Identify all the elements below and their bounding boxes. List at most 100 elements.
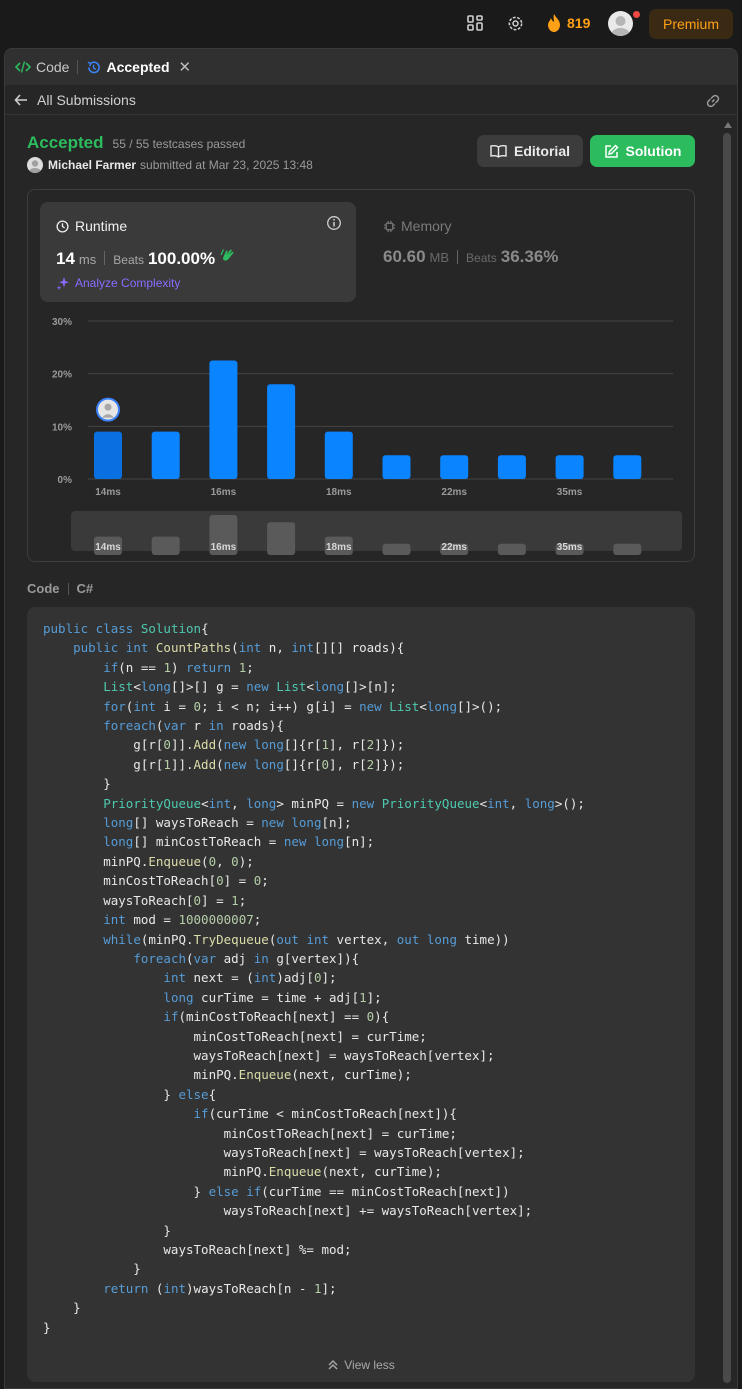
chart-bar	[440, 455, 469, 479]
value-divider	[457, 250, 459, 264]
code-language-header: Code C#	[27, 581, 93, 596]
layout-grid-icon[interactable]	[466, 14, 484, 32]
memory-beats-value: 36.36%	[500, 247, 559, 266]
scrollbar[interactable]	[721, 119, 733, 1388]
overview-x-label: 14ms	[95, 542, 121, 553]
close-icon[interactable]: ✕	[179, 58, 192, 76]
chart-y-tick-label: 30%	[52, 317, 72, 328]
tab-code[interactable]: Code	[15, 59, 69, 75]
chart-y-tick-label: 20%	[52, 370, 72, 381]
analyze-complexity-link[interactable]: Analyze Complexity	[56, 276, 180, 290]
streak-count: 819	[567, 15, 591, 31]
memory-title: Memory	[383, 218, 452, 234]
premium-button[interactable]: Premium	[649, 9, 733, 39]
editorial-button[interactable]: Editorial	[477, 135, 583, 167]
memory-card[interactable]: Memory 60.60 MB Beats 36.36%	[383, 202, 683, 302]
value-divider	[104, 251, 106, 265]
info-icon[interactable]	[326, 215, 342, 231]
author-avatar[interactable]	[27, 157, 43, 173]
runtime-title-label: Runtime	[75, 218, 128, 234]
view-less-button[interactable]: View less	[27, 1358, 695, 1372]
overview-bar	[382, 543, 411, 555]
overview-x-label: 18ms	[326, 542, 352, 553]
submitted-time: submitted at Mar 23, 2025 13:48	[140, 158, 313, 172]
link-icon[interactable]	[705, 93, 721, 109]
chart-bar	[267, 384, 296, 479]
tab-accepted-label: Accepted	[106, 59, 170, 75]
submission-status: Accepted 55 / 55 testcases passed	[27, 133, 245, 153]
user-marker-head	[104, 403, 112, 411]
chart-x-tick-label: 14ms	[95, 487, 121, 498]
gear-icon[interactable]	[506, 14, 525, 33]
user-avatar[interactable]	[608, 11, 633, 36]
chart-x-tick-label: 18ms	[326, 487, 352, 498]
chart-x-tick-label: 22ms	[441, 487, 467, 498]
memory-title-label: Memory	[401, 218, 452, 234]
chart-bar	[209, 360, 238, 479]
chart-y-tick-label: 0%	[58, 475, 73, 486]
overview-x-label: 22ms	[441, 542, 467, 553]
code-viewer[interactable]: public class Solution{ public int CountP…	[27, 607, 695, 1382]
chart-bar	[151, 431, 180, 479]
top-navbar: 819 Premium	[0, 0, 742, 46]
runtime-values: 14 ms Beats 100.00%	[56, 247, 236, 269]
memory-value: 60.60	[383, 247, 426, 266]
analyze-complexity-label: Analyze Complexity	[75, 276, 181, 290]
arrow-left-icon[interactable]	[14, 93, 28, 107]
clap-hands-icon	[220, 249, 234, 261]
chart-x-tick-label: 35ms	[557, 487, 583, 498]
code-content: public class Solution{ public int CountP…	[43, 621, 585, 1335]
chip-icon	[383, 220, 396, 232]
edit-icon	[604, 143, 619, 158]
author-avatar-icon	[29, 160, 41, 173]
scrollbar-thumb[interactable]	[723, 133, 731, 1383]
chart-bar	[324, 431, 353, 479]
tab-bar: Code Accepted ✕	[5, 49, 737, 85]
submissions-header: All Submissions	[5, 85, 737, 115]
overview-bar	[151, 536, 180, 555]
overview-bar	[613, 543, 642, 555]
user-avatar-icon	[611, 16, 630, 36]
chart-bar	[613, 455, 642, 479]
solution-label: Solution	[625, 143, 682, 159]
chart-bar	[555, 455, 584, 479]
sparkle-icon	[56, 277, 69, 290]
memory-beats-label: Beats	[466, 251, 497, 265]
tab-accepted[interactable]: Accepted ✕	[86, 58, 191, 76]
memory-unit: MB	[429, 250, 450, 265]
code-icon	[15, 61, 31, 73]
submission-panel: Code Accepted ✕ All Submissions Accepted	[4, 48, 738, 1389]
code-label: Code	[27, 581, 60, 596]
performance-panel: Runtime 14 ms Beats 100.00% Analyze Comp…	[27, 189, 695, 562]
tab-code-label: Code	[36, 59, 70, 75]
runtime-distribution-chart[interactable]: 30% 20% 10% 0% 14ms 14ms 16ms 16ms 18ms 18ms 22ms 2…	[28, 305, 696, 555]
overview-x-label: 16ms	[211, 542, 237, 553]
chevrons-up-icon	[328, 1360, 338, 1370]
chart-y-tick-label: 10%	[52, 422, 72, 433]
runtime-card[interactable]: Runtime 14 ms Beats 100.00% Analyze Comp…	[40, 202, 356, 302]
runtime-beats-label: Beats	[113, 253, 144, 267]
testcases-passed: 55 / 55 testcases passed	[112, 137, 246, 151]
label-divider	[67, 582, 69, 595]
solution-button[interactable]: Solution	[590, 135, 695, 167]
scroll-up-arrow-icon[interactable]	[724, 122, 732, 128]
overview-bar	[267, 522, 296, 555]
clock-icon	[56, 219, 69, 233]
chart-bar	[94, 431, 122, 479]
runtime-value: 14	[56, 249, 75, 268]
streak-counter[interactable]: 819	[545, 13, 590, 33]
tab-divider	[77, 60, 79, 74]
book-open-icon	[490, 145, 507, 158]
notification-dot	[633, 11, 640, 18]
overview-bar	[497, 543, 526, 555]
chart-x-tick-label: 16ms	[211, 487, 237, 498]
history-icon	[88, 60, 101, 73]
runtime-beats-value: 100.00%	[147, 249, 216, 268]
runtime-unit: ms	[78, 252, 97, 267]
status-accepted: Accepted	[27, 133, 104, 152]
chart-bar	[382, 455, 411, 479]
all-submissions-link[interactable]: All Submissions	[37, 92, 136, 108]
editorial-label: Editorial	[513, 143, 570, 159]
chart-bar	[497, 455, 526, 479]
author-name[interactable]: Michael Farmer	[48, 158, 136, 172]
